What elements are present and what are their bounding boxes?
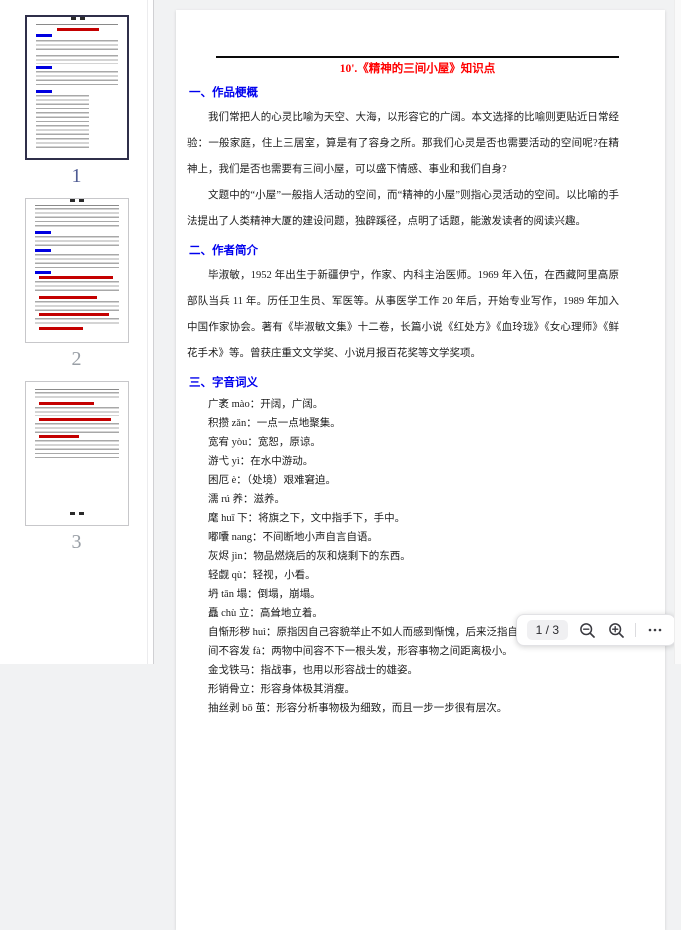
magnifier-plus-icon	[608, 622, 625, 639]
magnifier-minus-icon	[579, 622, 596, 639]
header-rule	[216, 56, 619, 58]
paragraph: 文题中的“小屋”一般指人活动的空间，而“精神的小屋”则指心灵活动的空间。以比喻的…	[187, 183, 619, 235]
page-thumbnail-3[interactable]	[25, 381, 129, 526]
document-page: 10'.《精神的三间小屋》知识点 一、作品梗概 我们常把人的心灵比喻为天空、大海…	[176, 10, 665, 930]
list-item: 形销骨立：形容身体极其消瘦。	[187, 680, 619, 699]
list-item: 困厄 è：（处境）艰难窘迫。	[187, 471, 619, 490]
vertical-scrollbar[interactable]	[674, 0, 681, 664]
list-item: 宽宥 yòu：宽恕，原谅。	[187, 433, 619, 452]
list-item: 灰烬 jìn：物品燃烧后的灰和烧剩下的东西。	[187, 547, 619, 566]
list-item: 轻觑 qù：轻视，小看。	[187, 566, 619, 585]
thumbnail-page-number-2: 2	[72, 347, 82, 371]
sidebar-scrollbar[interactable]	[147, 0, 148, 664]
section-heading-3: 三、字音词义	[189, 376, 619, 390]
thumbnail-panel: 1	[0, 0, 154, 664]
pdf-viewer-window: 1	[0, 0, 681, 664]
list-item: 嘟囔 nang：不间断地小声自言自语。	[187, 528, 619, 547]
thumbnail-page-number-1: 1	[72, 164, 82, 188]
page-indicator[interactable]: 1 / 3	[527, 620, 568, 640]
more-options-button[interactable]	[645, 620, 665, 640]
paragraph: 毕淑敏，1952 年出生于新疆伊宁，作家、内科主治医师。1969 年入伍，在西藏…	[187, 263, 619, 367]
document-title: 10'.《精神的三间小屋》知识点	[216, 62, 619, 77]
section-heading-1: 一、作品梗概	[189, 86, 619, 100]
zoom-in-button[interactable]	[606, 620, 626, 640]
list-item: 坍 tān 塌：倒塌，崩塌。	[187, 585, 619, 604]
list-item: 抽丝剥 bō 茧：形容分析事物极为细致，而且一步一步很有层次。	[187, 699, 619, 718]
list-item: 游弋 yì：在水中游动。	[187, 452, 619, 471]
vocabulary-list: 广袤 mào：开阔，广阔。 积攒 zǎn：一点一点地聚集。 宽宥 yòu：宽恕，…	[187, 395, 619, 718]
document-canvas: 10'.《精神的三间小屋》知识点 一、作品梗概 我们常把人的心灵比喻为天空、大海…	[154, 0, 681, 664]
page-thumbnail-2[interactable]	[25, 198, 129, 343]
viewer-toolbar: 1 / 3	[516, 614, 676, 646]
list-item: 麾 huī 下：将旗之下，文中指手下，手中。	[187, 509, 619, 528]
list-item: 广袤 mào：开阔，广阔。	[187, 395, 619, 414]
list-item: 积攒 zǎn：一点一点地聚集。	[187, 414, 619, 433]
list-item: 濡 rú 养：滋养。	[187, 490, 619, 509]
ellipsis-icon	[647, 622, 663, 638]
paragraph: 我们常把人的心灵比喻为天空、大海，以形容它的广阔。本文选择的比喻则更贴近日常经验…	[187, 105, 619, 183]
thumbnail-page-number-3: 3	[72, 530, 82, 554]
zoom-out-button[interactable]	[577, 620, 597, 640]
page-thumbnail-1[interactable]	[25, 15, 129, 160]
toolbar-divider	[635, 623, 636, 637]
section-heading-2: 二、作者简介	[189, 244, 619, 258]
